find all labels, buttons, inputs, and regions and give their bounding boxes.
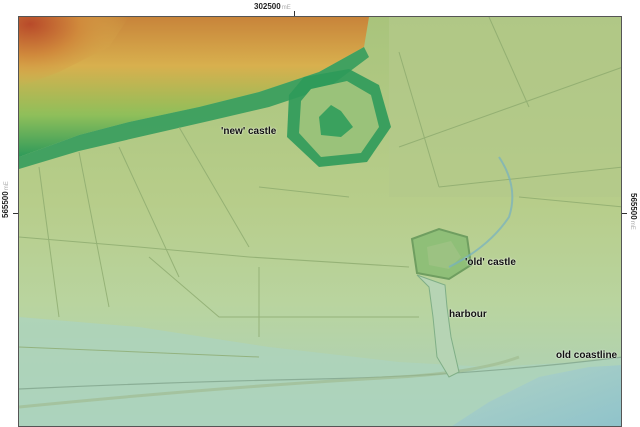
right-grid-tick: [622, 213, 627, 214]
harbour-label: harbour: [449, 309, 487, 320]
old-castle-earthwork: [410, 227, 473, 281]
lidar-map[interactable]: 'new' castle 'old' castle harbour old co…: [18, 16, 622, 427]
easting-label: 302500mE: [254, 2, 291, 11]
old-coastline-label: old coastline: [556, 350, 618, 361]
northing-label-left: 565500mE: [1, 181, 10, 218]
northing-label-right: 565500mE: [629, 193, 638, 230]
old-castle-label: 'old' castle: [465, 257, 516, 268]
terrain-svg: [19, 17, 621, 426]
new-castle-label: 'new' castle: [221, 126, 277, 137]
